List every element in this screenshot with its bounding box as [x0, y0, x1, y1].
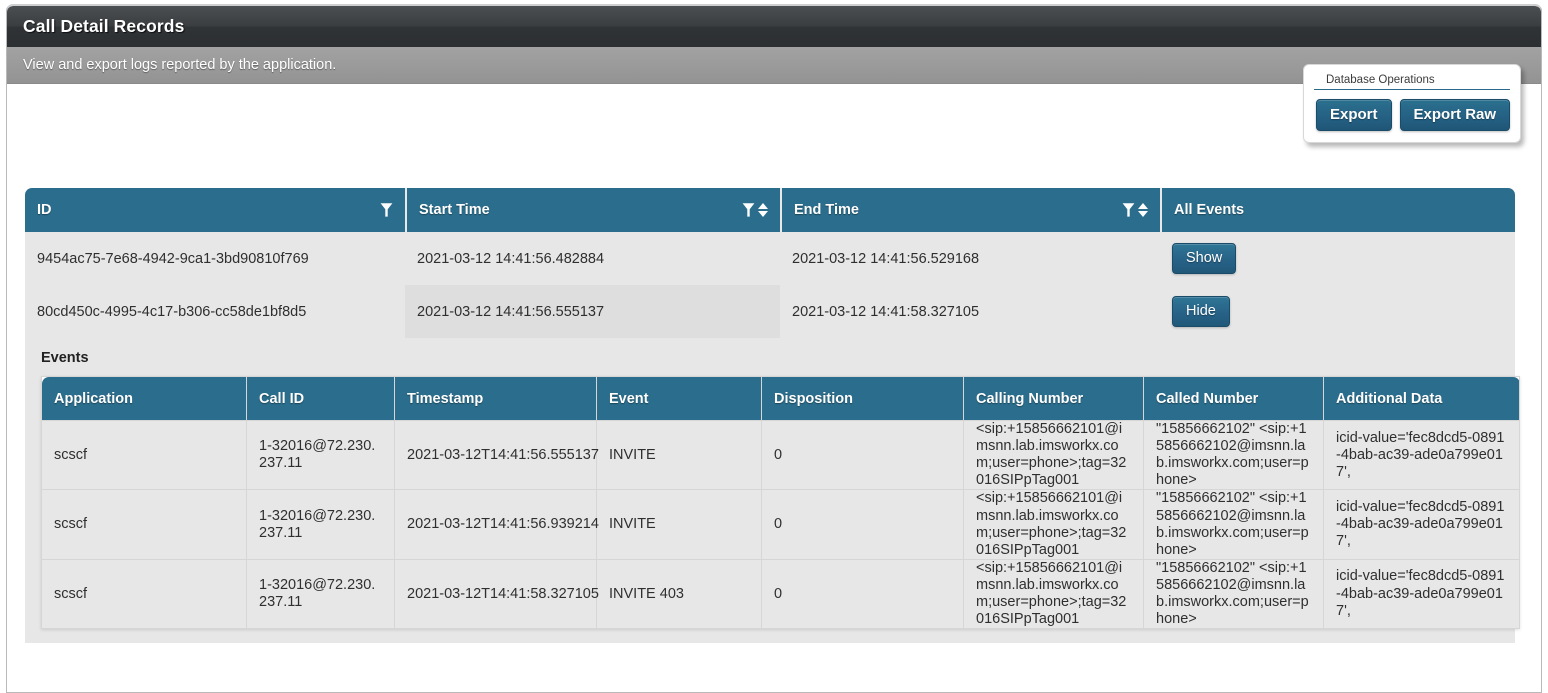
records-table-head: ID Start Time End Time All Events [25, 188, 1515, 232]
expanded-events-row: Events Application Call ID Timestamp Eve… [25, 338, 1520, 644]
panel-body: Database Operations Export Export Raw ID… [7, 64, 1541, 692]
event-calling-number-cell: <sip:+15856662101@imsnn.lab.imsworkx.com… [963, 558, 1144, 630]
event-additional-data-cell: icid-value='fec8dcd5-0891-4bab-ac39-ade0… [1323, 489, 1520, 560]
events-column-application: Application [41, 376, 247, 421]
sort-descending-icon[interactable] [1138, 211, 1148, 217]
event-calling-number-cell: <sip:+15856662101@imsnn.lab.imsworkx.com… [963, 489, 1144, 560]
record-start-time-cell: 2021-03-12 14:41:56.482884 [405, 232, 780, 285]
event-additional-data-cell: icid-value='fec8dcd5-0891-4bab-ac39-ade0… [1323, 419, 1520, 491]
event-called-number-cell: "15856662102" <sip:+15856662102@imsnn.la… [1143, 489, 1324, 560]
record-end-time-cell: 2021-03-12 14:41:56.529168 [780, 232, 1160, 285]
events-table-container: Application Call ID Timestamp Event Disp… [25, 376, 1520, 630]
column-tools-end-time [1122, 202, 1148, 218]
events-section-title: Events [41, 350, 89, 366]
show-events-button[interactable]: Show [1172, 242, 1237, 275]
event-calling-number-cell: <sip:+15856662101@imsnn.lab.imsworkx.com… [963, 419, 1144, 491]
record-id-cell: 80cd450c-4995-4c17-b306-cc58de1bf8d5 [25, 285, 405, 338]
export-raw-button[interactable]: Export Raw [1399, 99, 1511, 131]
page-subtitle: View and export logs reported by the app… [23, 57, 337, 73]
hide-events-button[interactable]: Hide [1172, 295, 1230, 328]
database-operations-legend: Database Operations [1314, 74, 1510, 90]
record-events-cell: Show [1160, 232, 1515, 285]
column-header-start-time-label: Start Time [419, 202, 490, 218]
call-detail-records-table-container: ID Start Time End Time All Events 9454ac… [25, 188, 1520, 644]
events-column-event: Event [596, 376, 762, 421]
call-detail-records-page: Call Detail Records View and export logs… [0, 0, 1548, 693]
events-column-timestamp: Timestamp [394, 376, 597, 421]
title-bar: Call Detail Records [7, 6, 1541, 47]
record-events-cell: Hide [1160, 285, 1515, 338]
sort-ascending-icon[interactable] [758, 203, 768, 209]
column-header-end-time[interactable]: End Time [780, 188, 1160, 232]
expanded-events-cell: Events Application Call ID Timestamp Eve… [25, 338, 1520, 644]
events-panel: Events Application Call ID Timestamp Eve… [25, 338, 1520, 644]
column-tools-id [380, 202, 393, 218]
event-disposition-cell: 0 [761, 489, 964, 560]
event-called-number-cell: "15856662102" <sip:+15856662102@imsnn.la… [1143, 419, 1324, 491]
table-row: scscf 1-32016@72.230.237.11 2021-03-12T1… [41, 489, 1520, 560]
event-application-cell: scscf [41, 419, 247, 491]
event-name-cell: INVITE [596, 489, 762, 560]
sort-toggle-icon[interactable] [1138, 203, 1148, 217]
column-header-id[interactable]: ID [25, 188, 405, 232]
database-operations-card: Database Operations Export Export Raw [1303, 64, 1521, 143]
event-timestamp-cell: 2021-03-12T14:41:56.939214 [394, 489, 599, 560]
event-name-cell: INVITE [596, 419, 762, 491]
database-operations-buttons: Export Export Raw [1314, 99, 1511, 131]
main-panel: Call Detail Records View and export logs… [6, 4, 1542, 693]
event-called-number-cell: "15856662102" <sip:+15856662102@imsnn.la… [1143, 558, 1324, 630]
events-header-row: Application Call ID Timestamp Event Disp… [41, 376, 1520, 421]
sort-ascending-icon[interactable] [1138, 203, 1148, 209]
filter-icon[interactable] [742, 202, 755, 218]
event-call-id-cell: 1-32016@72.230.237.11 [246, 558, 395, 630]
event-call-id-cell: 1-32016@72.230.237.11 [246, 419, 395, 491]
events-column-call-id: Call ID [246, 376, 395, 421]
event-timestamp-cell: 2021-03-12T14:41:56.555137 [394, 419, 599, 491]
event-application-cell: scscf [41, 489, 247, 560]
table-row[interactable]: 80cd450c-4995-4c17-b306-cc58de1bf8d5 202… [25, 285, 1515, 338]
column-tools-start-time [742, 202, 768, 218]
event-timestamp-cell: 2021-03-12T14:41:58.327105 [394, 558, 599, 630]
events-column-called-number: Called Number [1143, 376, 1324, 421]
record-end-time-cell: 2021-03-12 14:41:58.327105 [780, 285, 1160, 338]
events-table-head: Application Call ID Timestamp Event Disp… [41, 376, 1520, 421]
table-row[interactable]: 9454ac75-7e68-4942-9ca1-3bd90810f769 202… [25, 232, 1515, 285]
records-table-body: 9454ac75-7e68-4942-9ca1-3bd90810f769 202… [25, 232, 1520, 644]
table-row: scscf 1-32016@72.230.237.11 2021-03-12T1… [41, 419, 1520, 491]
call-detail-records-table: ID Start Time End Time All Events 9454ac… [25, 188, 1520, 644]
event-additional-data-cell: icid-value='fec8dcd5-0891-4bab-ac39-ade0… [1323, 558, 1520, 630]
column-header-all-events-label: All Events [1174, 202, 1245, 218]
event-disposition-cell: 0 [761, 419, 964, 491]
column-header-start-time[interactable]: Start Time [405, 188, 780, 232]
filter-icon[interactable] [1122, 202, 1135, 218]
column-header-all-events[interactable]: All Events [1160, 188, 1515, 232]
filter-icon[interactable] [380, 202, 393, 218]
event-application-cell: scscf [41, 558, 247, 630]
column-header-end-time-label: End Time [794, 202, 859, 218]
export-button[interactable]: Export [1316, 99, 1392, 131]
record-id-cell: 9454ac75-7e68-4942-9ca1-3bd90810f769 [25, 232, 405, 285]
event-disposition-cell: 0 [761, 558, 964, 630]
event-name-cell: INVITE 403 [596, 558, 762, 630]
table-row: scscf 1-32016@72.230.237.11 2021-03-12T1… [41, 558, 1520, 630]
column-header-id-label: ID [37, 202, 52, 218]
page-title: Call Detail Records [23, 16, 185, 36]
events-table-body: scscf 1-32016@72.230.237.11 2021-03-12T1… [41, 419, 1520, 630]
events-column-calling-number: Calling Number [963, 376, 1144, 421]
event-call-id-cell: 1-32016@72.230.237.11 [246, 489, 395, 560]
sort-descending-icon[interactable] [758, 211, 768, 217]
records-header-row: ID Start Time End Time All Events [25, 188, 1515, 232]
sort-toggle-icon[interactable] [758, 203, 768, 217]
events-column-disposition: Disposition [761, 376, 964, 421]
events-table: Application Call ID Timestamp Event Disp… [41, 376, 1520, 630]
events-column-additional-data: Additional Data [1323, 376, 1520, 421]
record-start-time-cell: 2021-03-12 14:41:56.555137 [405, 285, 780, 338]
